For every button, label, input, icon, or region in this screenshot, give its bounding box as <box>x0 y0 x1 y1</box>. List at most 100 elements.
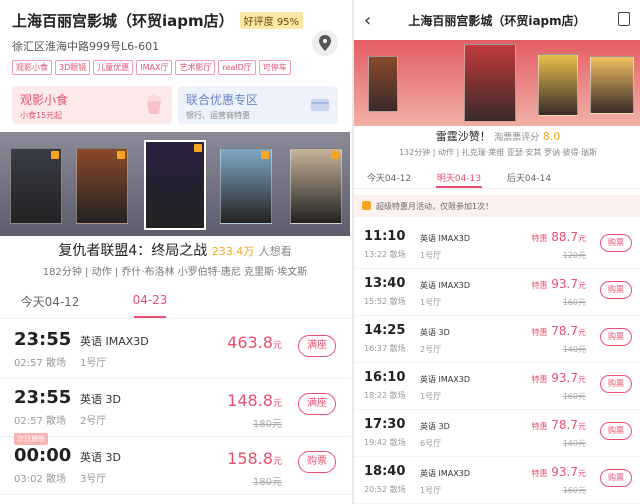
showtime-row[interactable]: 18:40 20:52 散场 英语 IMAX3D 1号厅 特惠 93.7元 160元 购票 <box>354 457 640 504</box>
start-time: 18:40 <box>364 464 406 479</box>
special-price: 特惠 93.7元 <box>531 277 586 291</box>
showtime-list: 23:55 02:57 散场 英语 IMAX3D 1号厅 463.8元 满座 23:55 02… <box>0 321 350 495</box>
price-label: 特惠 <box>531 422 548 431</box>
language-format: 英语 3D <box>420 422 450 431</box>
price-value: 148.8 <box>227 391 273 410</box>
cinema-header: 上海百丽宫影城（环贸iapm店） 好评度 95% 徐汇区淮海中路999号L6-6… <box>0 0 350 124</box>
buy-ticket-button[interactable]: 购票 <box>600 328 632 346</box>
movie-poster-banner[interactable] <box>354 40 640 126</box>
special-price: 特惠 78.7元 <box>531 324 586 338</box>
score-label: 淘票票评分 <box>494 133 540 143</box>
showtime-row[interactable]: 23:55 02:57 散场 英语 3D 2号厅 148.8元 180元 满座 <box>0 379 350 437</box>
price: 463.8元 <box>227 333 282 352</box>
price-label: 特惠 <box>531 281 548 290</box>
tag: 艺术影厅 <box>175 60 216 75</box>
hall-name: 1号厅 <box>420 251 442 260</box>
poster-badge-icon <box>117 151 125 159</box>
start-time: 13:40 <box>364 276 406 291</box>
showtime-list: 11:10 13:22 散场 英语 IMAX3D 1号厅 特惠 88.7元 120元 购票 1… <box>354 222 640 504</box>
bookmark-icon[interactable] <box>618 12 630 26</box>
buy-ticket-button[interactable]: 购票 <box>298 451 336 473</box>
hall-name: 6号厅 <box>420 439 442 448</box>
special-price: 特惠 93.7元 <box>531 371 586 385</box>
showtime-row[interactable]: 11:10 13:22 散场 英语 IMAX3D 1号厅 特惠 88.7元 120元 购票 <box>354 222 640 269</box>
movie-poster[interactable] <box>220 148 272 224</box>
movie-poster[interactable] <box>144 140 206 230</box>
snack-promo-card[interactable]: 观影小食 小食15元起 <box>12 86 172 124</box>
tag: 可停车 <box>258 60 291 75</box>
map-pin-icon[interactable] <box>312 30 338 56</box>
movie-title: 复仇者联盟4：终局之战 <box>58 243 208 259</box>
showtime-row[interactable]: 23:55 02:57 散场 英语 IMAX3D 1号厅 463.8元 满座 <box>0 321 350 379</box>
movie-poster[interactable] <box>464 44 516 122</box>
tab-date-today[interactable]: 今天04-12 <box>0 285 100 318</box>
notice-text: 超级特惠月活动，仅限参加1次！ <box>376 202 494 211</box>
tab-date-today[interactable]: 今天04-12 <box>354 165 424 188</box>
tab-date-selected[interactable]: 04-23 <box>100 285 200 318</box>
original-price: 160元 <box>562 486 586 495</box>
hall-name: 1号厅 <box>420 298 442 307</box>
movie-meta: 182分钟 | 动作 | 乔什·布洛林 小罗伯特·唐尼 克里斯·埃文斯 <box>42 267 308 278</box>
movie-poster[interactable] <box>590 56 634 114</box>
end-time: 16:37 散场 <box>364 344 406 353</box>
start-time: 00:00 <box>14 445 72 466</box>
movie-poster[interactable] <box>76 148 128 224</box>
showtime-row[interactable]: 13:40 15:52 散场 英语 IMAX3D 1号厅 特惠 93.7元 160元 购票 <box>354 269 640 316</box>
end-time: 13:22 散场 <box>364 250 406 259</box>
original-price: 180元 <box>252 419 282 430</box>
promo-row: 观影小食 小食15元起 联合优惠专区 银行、运营商特惠 <box>12 86 338 124</box>
movie-poster-carousel[interactable] <box>0 132 350 236</box>
promo-notice: 超级特惠月活动，仅限参加1次！ <box>354 195 640 217</box>
movie-poster[interactable] <box>368 56 398 112</box>
date-tabs: 今天04-12 04-23 <box>0 285 350 319</box>
promo-title: 联合优惠专区 <box>186 93 259 107</box>
start-time: 14:25 <box>364 323 406 338</box>
showtime-row[interactable]: 14:25 16:37 散场 英语 3D 2号厅 特惠 78.7元 140元 购票 <box>354 316 640 363</box>
price-value: 93.7 <box>551 371 578 385</box>
showtime-row[interactable]: 16:10 18:22 散场 英语 IMAX3D 1号厅 特惠 93.7元 160元 购票 <box>354 363 640 410</box>
movie-title-row: 复仇者联盟4：终局之战 233.4万 人想看 <box>0 240 350 260</box>
buy-ticket-button[interactable]: 满座 <box>298 393 336 415</box>
language-format: 英语 IMAX3D <box>80 335 149 348</box>
language-format: 英语 IMAX3D <box>420 281 471 290</box>
buy-ticket-button[interactable]: 购票 <box>600 234 632 252</box>
tab-date-day-after[interactable]: 后天04-14 <box>494 165 564 188</box>
language-format: 英语 3D <box>80 451 121 464</box>
end-time: 15:52 散场 <box>364 297 406 306</box>
movie-meta: 132分钟 | 动作 | 扎克瑞·莱维 亚瑟·安其 罗讷·彼得·瑞斯 <box>398 148 598 157</box>
start-time: 23:55 <box>14 387 72 408</box>
end-time: 20:52 散场 <box>364 485 406 494</box>
promo-title: 观影小食 <box>20 93 69 107</box>
movie-poster[interactable] <box>538 54 578 116</box>
end-time: 18:22 散场 <box>364 391 406 400</box>
movie-title: 雷霆沙赞！ <box>435 130 491 143</box>
language-format: 英语 3D <box>80 393 121 406</box>
price-label: 特惠 <box>531 234 548 243</box>
right-screen: ‹ 上海百丽宫影城（环贸iapm店） 雷霆沙赞！ 淘票票评分 8.0 132分钟… <box>352 0 640 504</box>
buy-ticket-button[interactable]: 购票 <box>600 375 632 393</box>
showtime-row[interactable]: 17:30 19:42 散场 英语 3D 6号厅 特惠 78.7元 140元 购票 <box>354 410 640 457</box>
buy-ticket-button[interactable]: 购票 <box>600 281 632 299</box>
tab-date-tomorrow[interactable]: 明天04-13 <box>424 165 494 188</box>
score-value: 8.0 <box>542 130 561 143</box>
hall-name: 1号厅 <box>420 486 442 495</box>
buy-ticket-button[interactable]: 满座 <box>298 335 336 357</box>
tag: IMAX厅 <box>136 60 173 75</box>
special-price: 特惠 78.7元 <box>531 418 586 432</box>
original-price: 120元 <box>562 251 586 260</box>
left-screen: 上海百丽宫影城（环贸iapm店） 好评度 95% 徐汇区淮海中路999号L6-6… <box>0 0 350 504</box>
movie-poster[interactable] <box>290 148 342 224</box>
price-unit: 元 <box>578 375 586 384</box>
price-value: 158.8 <box>227 449 273 468</box>
tag: 观影小食 <box>12 60 52 75</box>
showtime-row[interactable]: 次日放映 00:00 03:02 散场 英语 3D 3号厅 158.8元 180元 购票 <box>0 433 350 495</box>
buy-ticket-button[interactable]: 购票 <box>600 422 632 440</box>
cinema-name: 上海百丽宫影城（环贸iapm店） <box>12 12 234 30</box>
union-promo-card[interactable]: 联合优惠专区 银行、运营商特惠 <box>178 86 338 124</box>
price-value: 463.8 <box>227 333 273 352</box>
hall-name: 3号厅 <box>80 474 107 485</box>
buy-ticket-button[interactable]: 购票 <box>600 469 632 487</box>
poster-badge-icon <box>331 151 339 159</box>
cinema-address[interactable]: 徐汇区淮海中路999号L6-601 <box>12 38 338 54</box>
movie-poster[interactable] <box>10 148 62 224</box>
